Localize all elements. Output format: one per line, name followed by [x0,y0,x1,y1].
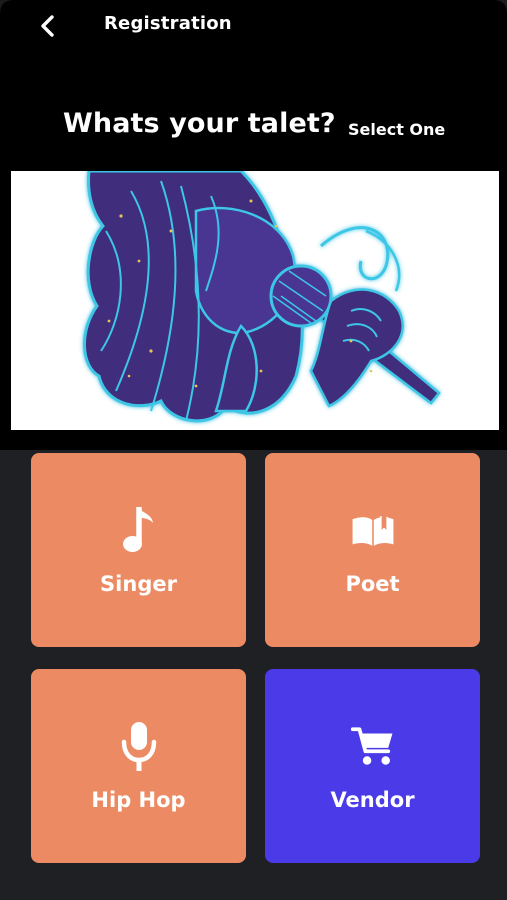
shopping-cart-icon [350,720,395,774]
heading-row: Whats your talet? Select One [0,108,507,152]
option-poet[interactable]: Poet [265,453,480,647]
option-label: Vendor [330,788,415,812]
chevron-left-icon [41,15,54,37]
option-label: Poet [345,572,400,596]
page-title: Whats your talet? [63,108,336,139]
option-label: Hip Hop [91,788,186,812]
option-label: Singer [100,572,177,596]
hero-image [11,171,499,430]
option-hip-hop[interactable]: Hip Hop [31,669,246,863]
microphone-icon [117,720,161,774]
music-note-icon [117,504,161,558]
open-book-icon [351,504,395,558]
app-bar-title: Registration [104,13,232,34]
back-button[interactable] [28,8,68,44]
singer-illustration [11,171,499,430]
registration-screen: Registration Whats your talet? Select On… [0,0,507,900]
option-singer[interactable]: Singer [31,453,246,647]
page-subtitle: Select One [348,120,446,139]
option-vendor[interactable]: Vendor [265,669,480,863]
